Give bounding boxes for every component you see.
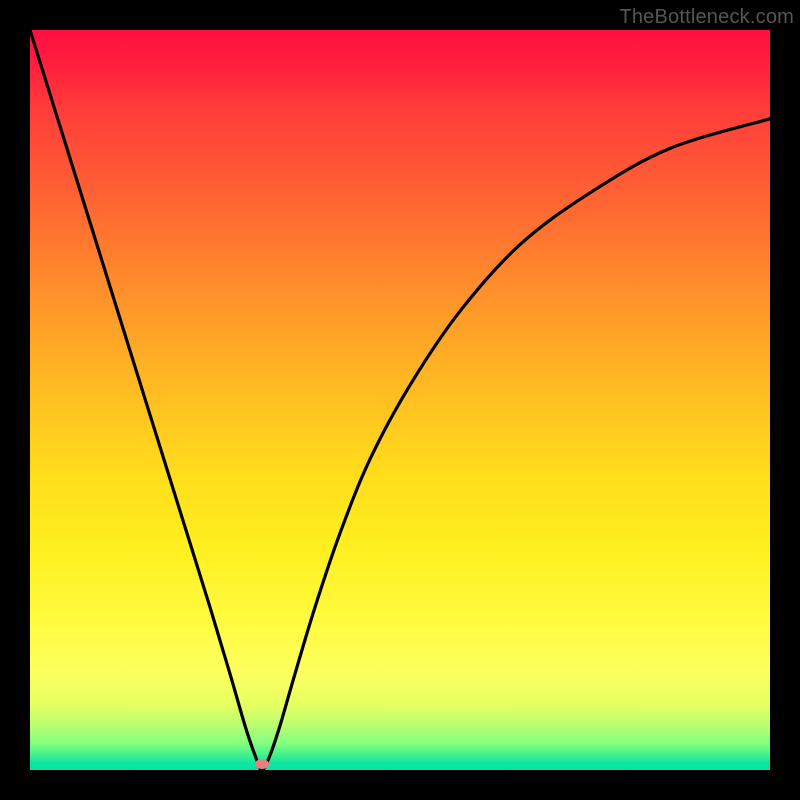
plot-area xyxy=(30,30,770,770)
bottleneck-curve xyxy=(30,30,770,770)
watermark-label: TheBottleneck.com xyxy=(619,6,794,29)
optimal-point-marker xyxy=(255,759,269,769)
chart-frame: TheBottleneck.com xyxy=(0,0,800,800)
